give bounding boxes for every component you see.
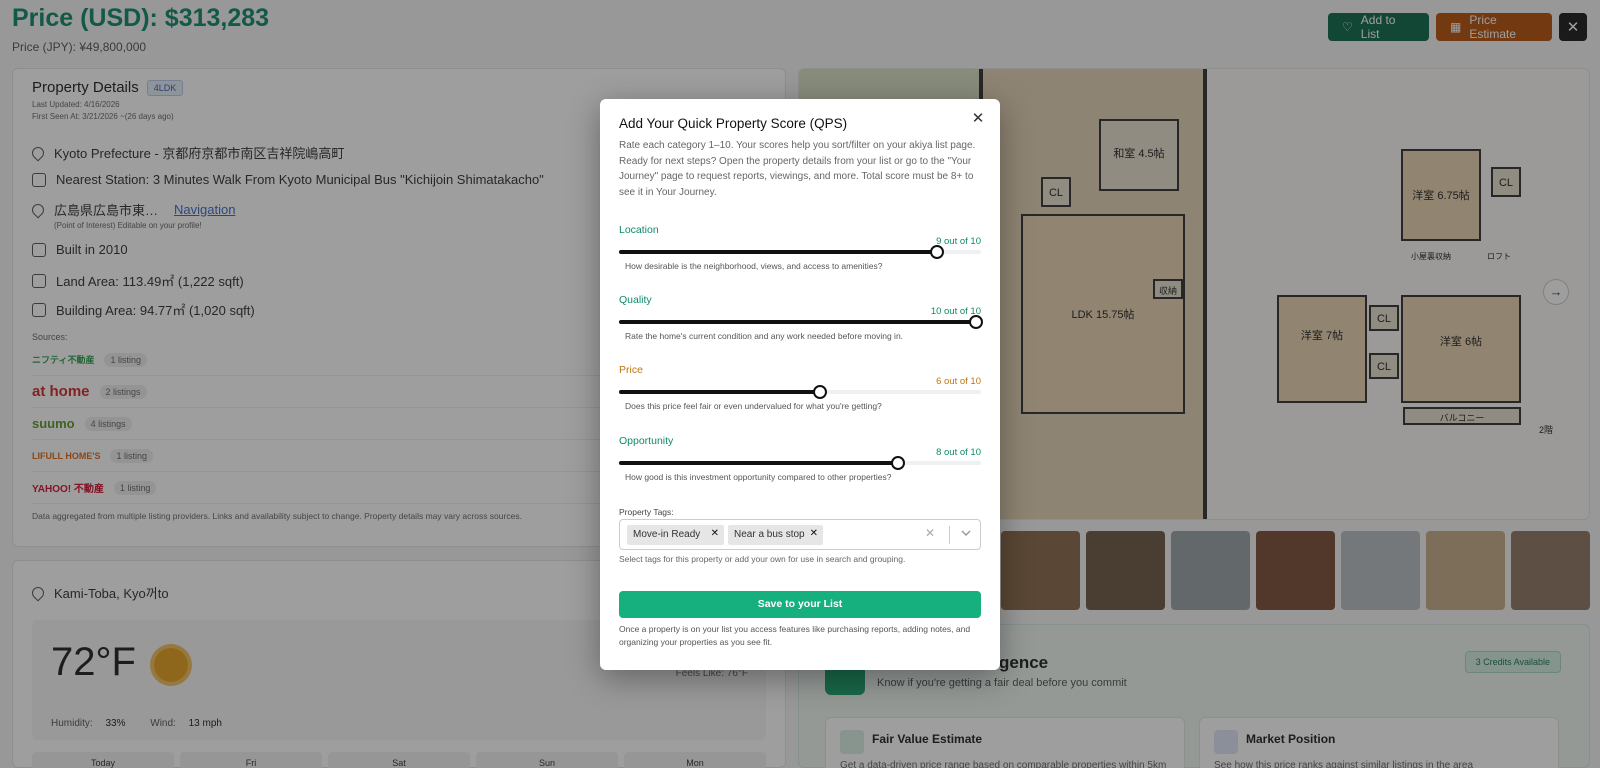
close-icon[interactable]: ✕ <box>969 110 987 128</box>
score-slider[interactable] <box>619 385 981 399</box>
category-label: Location <box>619 224 659 236</box>
category-help: Rate the home's current condition and an… <box>625 331 904 341</box>
slider-handle[interactable] <box>812 385 827 399</box>
score-slider[interactable] <box>619 456 981 470</box>
tags-select[interactable]: Move-in Ready ✕ Near a bus stop ✕ ✕ <box>619 519 981 550</box>
tag-chip: Near a bus stop ✕ <box>728 525 823 545</box>
category-label: Price <box>619 364 643 376</box>
tags-hint: Select tags for this property or add you… <box>619 554 906 564</box>
save-note: Once a property is on your list you acce… <box>619 624 971 647</box>
remove-tag-icon[interactable]: ✕ <box>711 528 719 539</box>
clear-tags-icon[interactable]: ✕ <box>925 526 935 540</box>
category-help: How good is this investment opportunity … <box>625 472 892 482</box>
slider-handle[interactable] <box>890 456 905 470</box>
slider-fill <box>619 320 976 324</box>
score-slider[interactable] <box>619 245 981 259</box>
tags-divider <box>949 526 950 544</box>
category-score: 9 out of 10 <box>936 236 981 247</box>
score-slider[interactable] <box>619 315 983 329</box>
modal-title: Add Your Quick Property Score (QPS) <box>619 116 848 131</box>
slider-fill <box>619 390 820 394</box>
slider-handle[interactable] <box>929 245 944 259</box>
modal-description: Rate each category 1–10. Your scores hel… <box>619 140 976 198</box>
category-label: Quality <box>619 294 652 306</box>
quality-score: Quality 10 out of 10 Rate the home's cur… <box>619 294 983 354</box>
category-label: Opportunity <box>619 435 674 447</box>
qps-modal: ✕ Add Your Quick Property Score (QPS) Ra… <box>600 99 1000 670</box>
tag-label: Near a bus stop <box>734 529 805 540</box>
remove-tag-icon[interactable]: ✕ <box>810 528 818 539</box>
slider-fill <box>619 461 898 465</box>
tag-chip: Move-in Ready ✕ <box>627 525 724 545</box>
chevron-down-icon[interactable] <box>958 525 974 541</box>
opportunity-score: Opportunity 8 out of 10 How good is this… <box>619 435 981 495</box>
location-score: Location 9 out of 10 How desirable is th… <box>619 224 981 284</box>
slider-fill <box>619 250 937 254</box>
category-score: 8 out of 10 <box>936 447 981 458</box>
tags-label: Property Tags: <box>619 507 674 517</box>
tag-label: Move-in Ready <box>633 529 701 540</box>
price-score: Price 6 out of 10 Does this price feel f… <box>619 364 981 424</box>
category-score: 6 out of 10 <box>936 376 981 387</box>
slider-handle[interactable] <box>968 315 983 329</box>
category-help: Does this price feel fair or even underv… <box>625 401 882 411</box>
save-to-list-button[interactable]: Save to your List <box>619 591 981 618</box>
category-help: How desirable is the neighborhood, views… <box>625 261 883 271</box>
